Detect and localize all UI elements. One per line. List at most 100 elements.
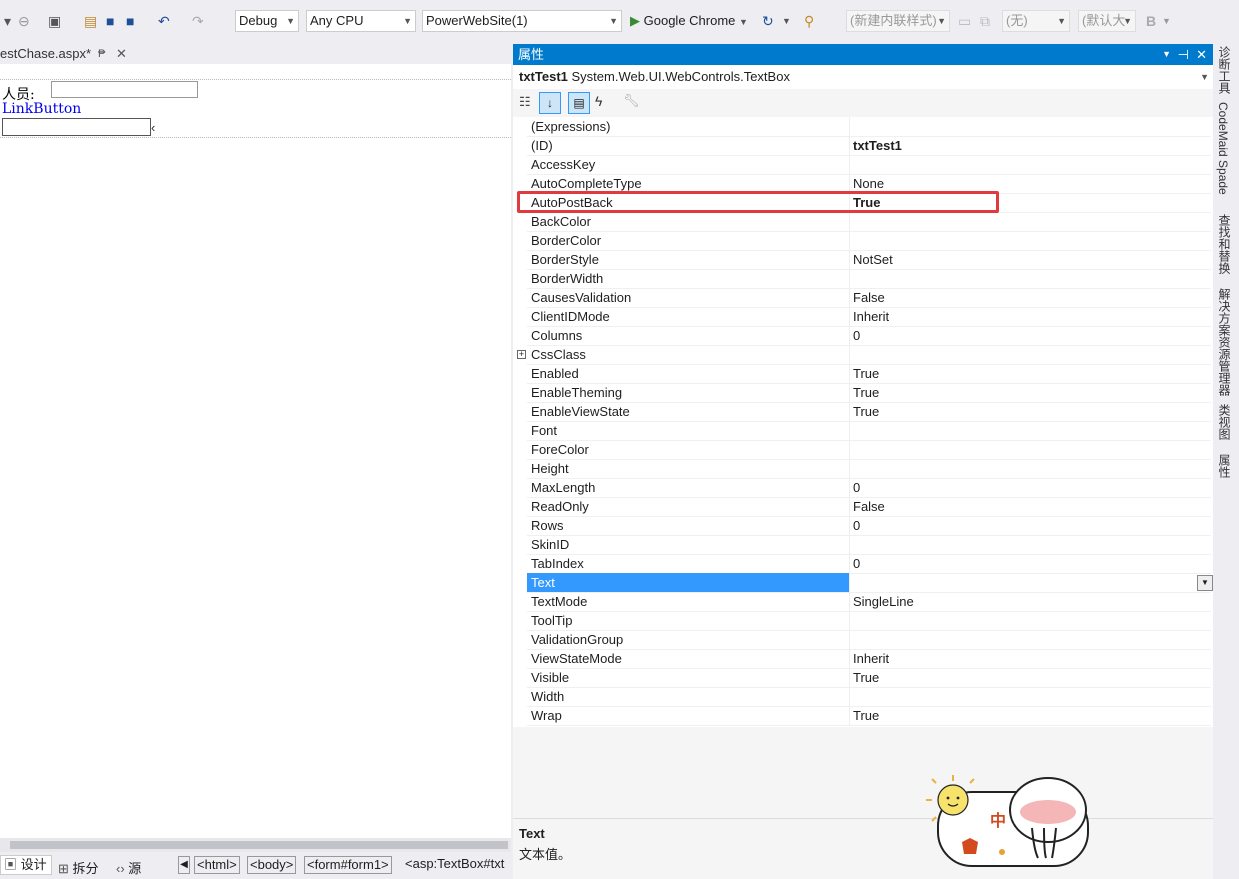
horizontal-scrollbar[interactable] <box>0 838 511 852</box>
property-row[interactable]: Rows 0 <box>527 516 1211 536</box>
property-value[interactable]: NotSet <box>853 250 893 269</box>
layout-icon[interactable]: ▭ <box>958 12 971 30</box>
property-row[interactable]: Enabled True <box>527 364 1211 384</box>
find-icon[interactable]: ⚲ <box>804 12 814 30</box>
config-select[interactable]: Debug ▼ <box>235 10 299 32</box>
property-row[interactable]: TextMode SingleLine <box>527 592 1211 612</box>
link-button[interactable]: LinkButton <box>2 101 81 117</box>
open-file-icon[interactable]: ▤ <box>84 12 97 30</box>
property-value[interactable]: True <box>853 668 879 687</box>
property-row[interactable]: ViewStateMode Inherit <box>527 649 1211 669</box>
crumb-body[interactable]: <body> <box>247 856 297 874</box>
property-row[interactable]: AccessKey <box>527 155 1211 175</box>
scrollbar-thumb[interactable] <box>10 841 508 849</box>
object-selector[interactable]: txtTest1 System.Web.UI.WebControls.TextB… <box>513 65 1213 90</box>
property-row[interactable]: (Expressions) <box>527 117 1211 137</box>
bold-button[interactable]: B <box>1146 12 1156 30</box>
property-row[interactable]: EnableTheming True <box>527 383 1211 403</box>
property-value[interactable]: 0 <box>853 478 860 497</box>
property-value[interactable]: 0 <box>853 554 860 573</box>
property-value[interactable]: Inherit <box>853 307 889 326</box>
split-view-tab[interactable]: ⊞ 拆分 <box>58 858 99 877</box>
chevron-down-icon[interactable]: ▼ <box>782 12 791 30</box>
crumb-back-button[interactable]: ◀ <box>178 856 190 874</box>
dock-tab-solution-explorer[interactable]: 解决方案资源管理器 <box>1216 288 1233 396</box>
property-row[interactable]: CssClass <box>527 345 1211 365</box>
dock-tab-properties[interactable]: 属性 <box>1216 454 1233 478</box>
property-value[interactable]: 0 <box>853 516 860 535</box>
property-row[interactable]: Font <box>527 421 1211 441</box>
design-view-tab[interactable]: ▣ 设计 <box>0 855 52 875</box>
chevron-down-icon[interactable]: ▼ <box>1162 12 1171 30</box>
property-value[interactable]: True <box>853 402 879 421</box>
new-project-icon[interactable]: ▣ <box>48 12 61 30</box>
property-row[interactable]: EnableViewState True <box>527 402 1211 422</box>
property-value[interactable]: Inherit <box>853 649 889 668</box>
crumb-html[interactable]: <html> <box>194 856 240 874</box>
property-value[interactable]: False <box>853 497 885 516</box>
platform-select[interactable]: Any CPU ▼ <box>306 10 416 32</box>
property-row[interactable]: ToolTip <box>527 611 1211 631</box>
property-row[interactable]: Columns 0 <box>527 326 1211 346</box>
property-row[interactable]: Height <box>527 459 1211 479</box>
property-row[interactable]: Wrap True <box>527 706 1211 726</box>
redo-icon[interactable]: ↷ <box>192 12 204 30</box>
project-select[interactable]: PowerWebSite(1) ▼ <box>422 10 622 32</box>
document-tab[interactable]: estChase.aspx* ₱ ✕ <box>0 44 135 65</box>
property-row[interactable]: MaxLength 0 <box>527 478 1211 498</box>
dropdown-arrow-icon[interactable]: ▾ <box>4 12 11 30</box>
dock-tab-codemaid[interactable]: CodeMaid Spade <box>1216 102 1230 195</box>
property-row[interactable]: BackColor <box>527 212 1211 232</box>
pin-icon[interactable]: ⊣ <box>1178 44 1189 65</box>
property-value[interactable]: True <box>853 364 879 383</box>
save-icon[interactable]: ■ <box>106 12 114 30</box>
alphabetical-icon[interactable]: ↓ <box>539 92 561 114</box>
forward-icon[interactable]: ⊖ <box>18 12 30 30</box>
categorized-icon[interactable]: ☷ <box>519 94 531 110</box>
crumb-textbox[interactable]: <asp:TextBox#txt <box>405 856 504 874</box>
property-pages-icon[interactable]: 🔧︎ <box>623 93 640 109</box>
property-row[interactable]: TabIndex 0 <box>527 554 1211 574</box>
style-none-select[interactable]: (无) ▼ <box>1002 10 1070 32</box>
properties-icon[interactable]: ▤ <box>568 92 590 114</box>
property-row[interactable]: CausesValidation False <box>527 288 1211 308</box>
save-all-icon[interactable]: ■ <box>126 12 134 30</box>
font-size-select[interactable]: (默认大 ▼ <box>1078 10 1136 32</box>
property-row[interactable]: Visible True <box>527 668 1211 688</box>
property-value[interactable]: SingleLine <box>853 592 914 611</box>
property-row[interactable]: Width <box>527 687 1211 707</box>
property-value[interactable]: False <box>853 288 885 307</box>
text-value-dropdown[interactable]: ▼ <box>1197 575 1213 591</box>
txttest1-textbox[interactable] <box>2 118 151 136</box>
position-icon[interactable]: ⧉ <box>980 12 990 30</box>
pin-icon[interactable]: ₱ <box>98 44 105 64</box>
refresh-icon[interactable]: ↻ <box>762 12 774 30</box>
property-row[interactable]: BorderWidth <box>527 269 1211 289</box>
chevron-down-icon[interactable]: ▼ <box>1162 44 1171 65</box>
dock-tab-diagnostics[interactable]: 诊断工具 <box>1216 46 1233 94</box>
property-row[interactable]: ForeColor <box>527 440 1211 460</box>
person-textbox[interactable] <box>51 81 198 98</box>
property-row[interactable]: ClientIDMode Inherit <box>527 307 1211 327</box>
property-row[interactable]: BorderStyle NotSet <box>527 250 1211 270</box>
property-value[interactable]: True <box>853 706 879 725</box>
property-value[interactable]: True <box>853 383 879 402</box>
property-value[interactable]: 0 <box>853 326 860 345</box>
property-value[interactable]: txtTest1 <box>853 136 902 155</box>
events-icon[interactable]: ϟ <box>595 93 602 109</box>
source-view-tab[interactable]: ‹› 源 <box>116 858 141 877</box>
dock-tab-find-replace[interactable]: 查找和替换 <box>1216 214 1233 274</box>
property-row[interactable]: ReadOnly False <box>527 497 1211 517</box>
property-row[interactable]: ValidationGroup <box>527 630 1211 650</box>
close-icon[interactable]: ✕ <box>1196 44 1207 65</box>
style-target-select[interactable]: (新建内联样式) ▼ <box>846 10 950 32</box>
crumb-form[interactable]: <form#form1> <box>304 856 392 874</box>
run-button[interactable]: ▶ Google Chrome ▼ <box>630 12 748 31</box>
dock-tab-class-view[interactable]: 类视图 <box>1216 404 1233 440</box>
property-row[interactable]: Text <box>527 573 1211 593</box>
property-row[interactable]: (ID) txtTest1 <box>527 136 1211 156</box>
undo-icon[interactable]: ↶ <box>158 12 170 30</box>
close-icon[interactable]: ✕ <box>116 44 127 64</box>
property-row[interactable]: BorderColor <box>527 231 1211 251</box>
property-row[interactable]: SkinID <box>527 535 1211 555</box>
